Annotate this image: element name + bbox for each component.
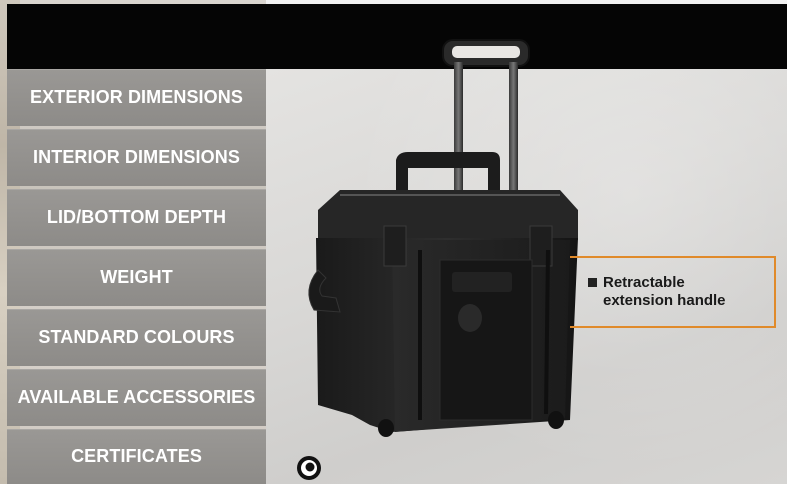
callout-line-2: extension handle <box>603 292 726 309</box>
callout-line-1: Retractable <box>603 274 685 291</box>
brand-logo-icon <box>297 456 321 480</box>
bullet-square-icon <box>588 278 597 287</box>
rolling-case-image <box>308 39 578 437</box>
feature-callout: Retractable extension handle <box>570 256 776 328</box>
